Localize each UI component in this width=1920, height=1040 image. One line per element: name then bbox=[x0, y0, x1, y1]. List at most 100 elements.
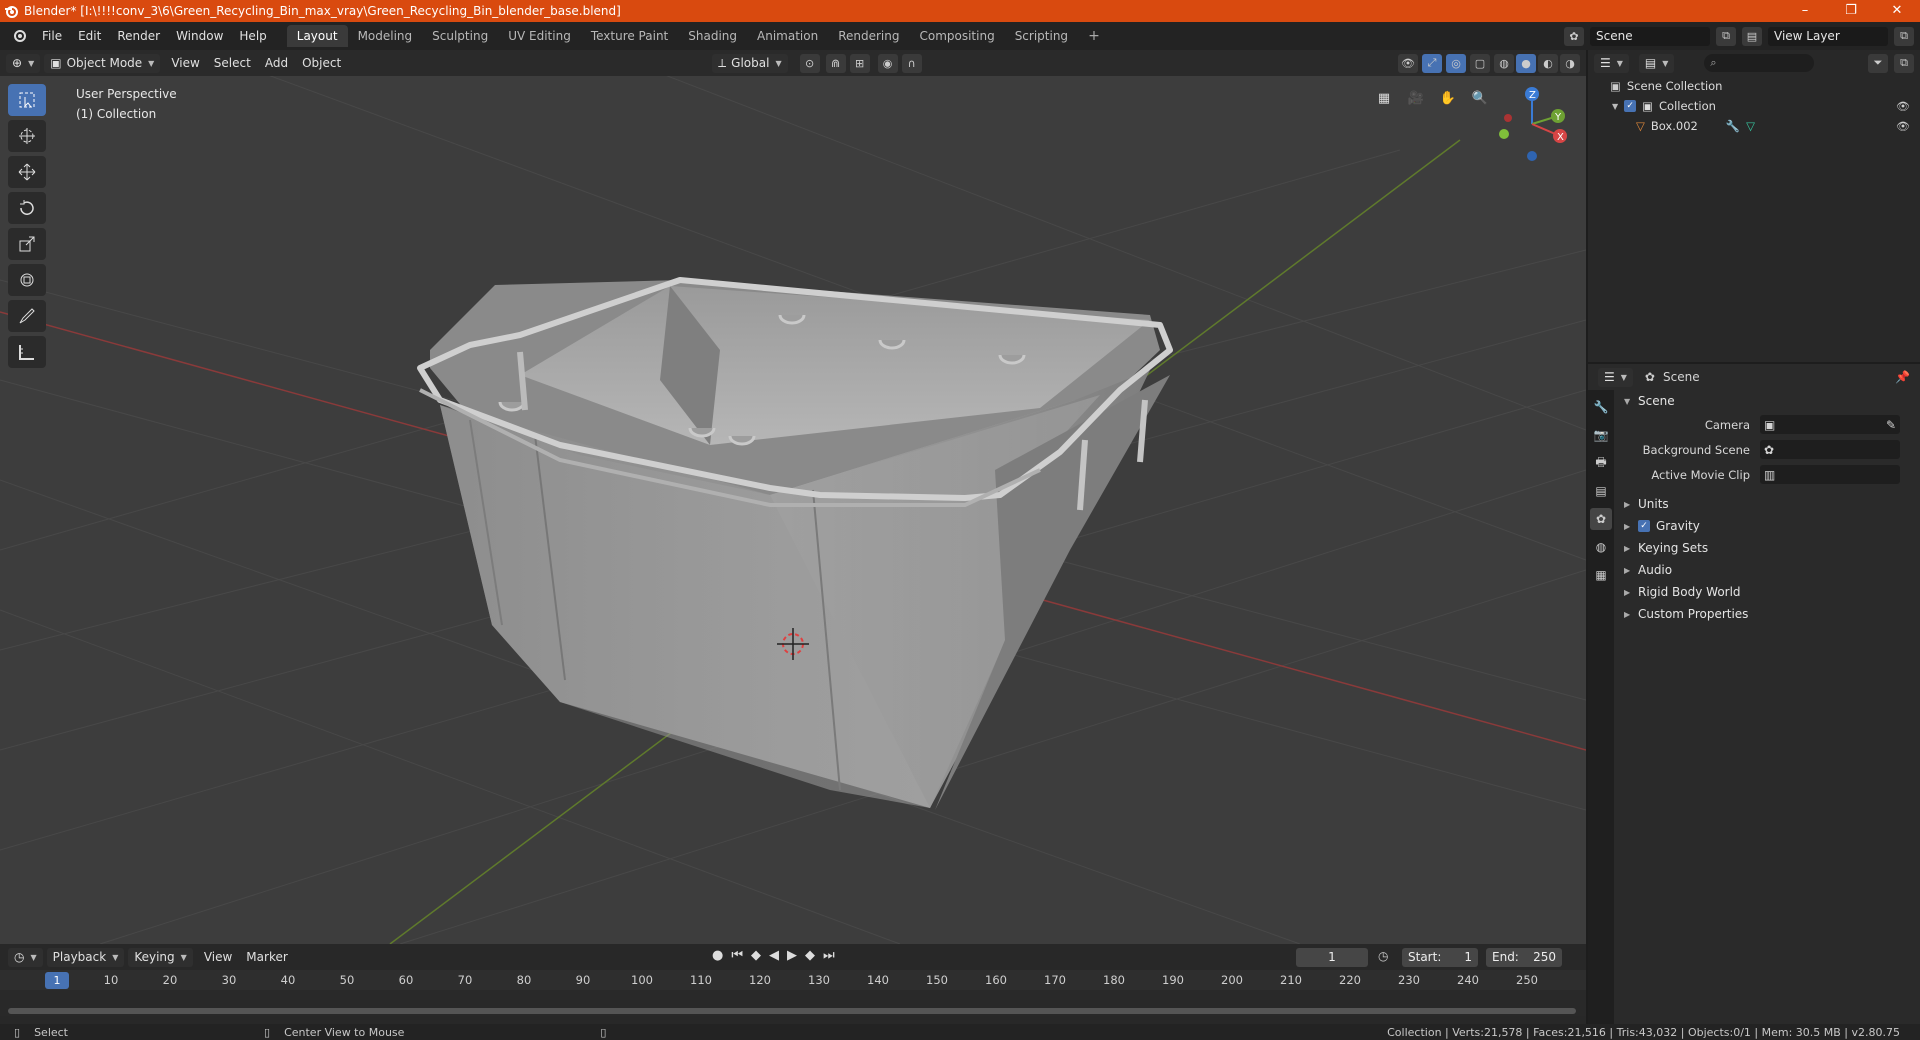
next-keyframe-icon[interactable]: ◆ bbox=[805, 948, 815, 963]
minimize-button[interactable]: – bbox=[1782, 0, 1828, 22]
tab-shading[interactable]: Shading bbox=[678, 25, 747, 47]
keying-menu[interactable]: Keying ▼ bbox=[128, 947, 193, 967]
eyedropper-icon[interactable]: ✎ bbox=[1886, 418, 1896, 432]
render-tab-icon[interactable]: 📷 bbox=[1590, 424, 1612, 446]
jump-end-icon[interactable]: ⏭ bbox=[823, 948, 835, 963]
zoom-view-icon[interactable]: 🔍 bbox=[1468, 86, 1492, 110]
visibility-icon[interactable]: 👁 bbox=[1398, 53, 1418, 73]
menu-edit[interactable]: Edit bbox=[70, 29, 109, 43]
object-mode-dropdown[interactable]: ▣ Object Mode ▼ bbox=[44, 53, 161, 73]
transform-orientation-dropdown[interactable]: ⟂ Global ▼ bbox=[712, 53, 788, 73]
blender-menu-icon[interactable] bbox=[4, 28, 34, 45]
maximize-button[interactable]: ❐ bbox=[1828, 0, 1874, 22]
select-box-tool-icon[interactable] bbox=[8, 84, 46, 116]
camera-field[interactable]: ▣ ✎ bbox=[1760, 415, 1900, 434]
timeline-marker-menu[interactable]: Marker bbox=[239, 950, 294, 964]
recycling-bin-mesh[interactable] bbox=[417, 277, 1173, 810]
tab-rendering[interactable]: Rendering bbox=[828, 25, 909, 47]
properties-editor-type[interactable]: ☰ ▼ bbox=[1598, 367, 1633, 387]
viewport-menu-select[interactable]: Select bbox=[207, 56, 258, 70]
xray-icon[interactable]: ▢ bbox=[1470, 53, 1490, 73]
snap-target-icon[interactable]: ⊞ bbox=[849, 53, 870, 73]
tab-compositing[interactable]: Compositing bbox=[909, 25, 1004, 47]
snap-icon[interactable]: ⋒ bbox=[825, 53, 846, 73]
scene-field[interactable]: Scene bbox=[1590, 26, 1710, 46]
menu-help[interactable]: Help bbox=[231, 29, 274, 43]
rigid-body-world-panel[interactable]: ▶ Rigid Body World bbox=[1618, 581, 1920, 603]
viewport-menu-add[interactable]: Add bbox=[258, 56, 295, 70]
pan-view-icon[interactable]: ✋ bbox=[1436, 86, 1460, 110]
tab-sculpting[interactable]: Sculpting bbox=[422, 25, 498, 47]
world-tab-icon[interactable]: ◍ bbox=[1590, 536, 1612, 558]
frame-ruler[interactable]: 250 240 230 220 210 200 190 180 170 160 150 140 130 1… bbox=[0, 970, 1586, 990]
solid-shading-icon[interactable]: ● bbox=[1516, 53, 1536, 73]
3d-viewport[interactable]: ⊕ ▼ ▣ Object Mode ▼ View Select Add Object… bbox=[0, 50, 1586, 944]
pivot-point-icon[interactable]: ⊙ bbox=[799, 53, 820, 73]
timeline-view-menu[interactable]: View bbox=[197, 950, 239, 964]
tab-modeling[interactable]: Modeling bbox=[348, 25, 423, 47]
movie-clip-field[interactable]: ▥ bbox=[1760, 465, 1900, 484]
viewport-menu-view[interactable]: View bbox=[164, 56, 206, 70]
playback-menu[interactable]: Playback ▼ bbox=[46, 947, 125, 967]
camera-view-icon[interactable]: 🎥 bbox=[1404, 86, 1428, 110]
cursor-tool-icon[interactable] bbox=[8, 120, 46, 152]
move-tool-icon[interactable] bbox=[8, 156, 46, 188]
new-scene-icon[interactable]: ⧉ bbox=[1716, 26, 1736, 46]
tab-animation[interactable]: Animation bbox=[747, 25, 828, 47]
rotate-tool-icon[interactable] bbox=[8, 192, 46, 224]
view-layer-field[interactable]: View Layer bbox=[1768, 26, 1888, 46]
annotate-tool-icon[interactable] bbox=[8, 300, 46, 332]
menu-window[interactable]: Window bbox=[168, 29, 231, 43]
collection-checkbox[interactable]: ✓ bbox=[1624, 100, 1637, 112]
gizmo-toggle-icon[interactable]: ⤢ bbox=[1422, 53, 1442, 73]
gravity-panel[interactable]: ▶ ✓ Gravity bbox=[1618, 515, 1920, 537]
outliner-row-scene-collection[interactable]: ▣ Scene Collection bbox=[1588, 76, 1920, 96]
outliner-row-object[interactable]: ▽ Box.002 🔧 ▽ 👁 bbox=[1588, 116, 1920, 136]
outliner-row-collection[interactable]: ▼ ✓ ▣ Collection 👁 bbox=[1588, 96, 1920, 116]
outliner-editor-type[interactable]: ☰ ▼ bbox=[1594, 53, 1629, 73]
add-workspace-button[interactable]: + bbox=[1078, 24, 1110, 48]
measure-tool-icon[interactable] bbox=[8, 336, 46, 368]
jump-start-icon[interactable]: ⏮ bbox=[731, 948, 743, 963]
scene-icon[interactable]: ✿ bbox=[1564, 26, 1584, 46]
viewport-menu-object[interactable]: Object bbox=[295, 56, 348, 70]
wireframe-shading-icon[interactable]: ◍ bbox=[1494, 53, 1514, 73]
pin-icon[interactable]: 📌 bbox=[1895, 370, 1910, 384]
transform-tool-icon[interactable] bbox=[8, 264, 46, 296]
tab-layout[interactable]: Layout bbox=[286, 25, 348, 47]
mesh-data-icon[interactable]: ▽ bbox=[1746, 119, 1755, 133]
gravity-checkbox[interactable]: ✓ bbox=[1638, 520, 1650, 532]
play-icon[interactable]: ▶ bbox=[787, 948, 797, 963]
play-reverse-icon[interactable]: ◀ bbox=[769, 948, 779, 963]
expand-arrow-icon[interactable]: ▼ bbox=[1612, 102, 1618, 111]
new-collection-icon[interactable]: ⧉ bbox=[1894, 53, 1914, 73]
collection-visibility-icon[interactable]: 👁 bbox=[1896, 100, 1910, 113]
tab-texture-paint[interactable]: Texture Paint bbox=[581, 25, 678, 47]
end-frame-field[interactable]: End: 250 bbox=[1486, 948, 1562, 967]
start-frame-field[interactable]: Start: 1 bbox=[1402, 948, 1478, 967]
stopwatch-icon[interactable]: ◷ bbox=[1378, 949, 1388, 963]
scene-panel-header[interactable]: ▼ Scene bbox=[1618, 390, 1920, 412]
tab-scripting[interactable]: Scripting bbox=[1005, 25, 1078, 47]
tool-tab-icon[interactable]: 🔧 bbox=[1590, 396, 1612, 418]
close-button[interactable]: ✕ bbox=[1874, 0, 1920, 22]
scene-tab-icon[interactable]: ✿ bbox=[1590, 508, 1612, 530]
modifier-icon[interactable]: 🔧 bbox=[1726, 119, 1740, 133]
keying-sets-panel[interactable]: ▶ Keying Sets bbox=[1618, 537, 1920, 559]
rendered-shading-icon[interactable]: ◑ bbox=[1560, 53, 1580, 73]
texture-tab-icon[interactable]: ▦ bbox=[1590, 564, 1612, 586]
timeline-editor-type[interactable]: ◷ ▼ bbox=[8, 947, 43, 967]
prev-keyframe-icon[interactable]: ◆ bbox=[751, 948, 761, 963]
units-panel[interactable]: ▶ Units bbox=[1618, 493, 1920, 515]
view-layer-icon[interactable]: ▤ bbox=[1742, 26, 1762, 46]
object-visibility-icon[interactable]: 👁 bbox=[1896, 120, 1910, 133]
scale-tool-icon[interactable] bbox=[8, 228, 46, 260]
current-frame-field[interactable]: 1 bbox=[1296, 948, 1368, 967]
falloff-icon[interactable]: ∩ bbox=[901, 53, 922, 73]
outliner-search-input[interactable]: ⌕ bbox=[1704, 54, 1815, 72]
material-shading-icon[interactable]: ◐ bbox=[1538, 53, 1558, 73]
menu-file[interactable]: File bbox=[34, 29, 70, 43]
frame-cursor[interactable]: 1 bbox=[45, 972, 69, 989]
custom-properties-panel[interactable]: ▶ Custom Properties bbox=[1618, 603, 1920, 625]
view-layer-tab-icon[interactable]: ▤ bbox=[1590, 480, 1612, 502]
